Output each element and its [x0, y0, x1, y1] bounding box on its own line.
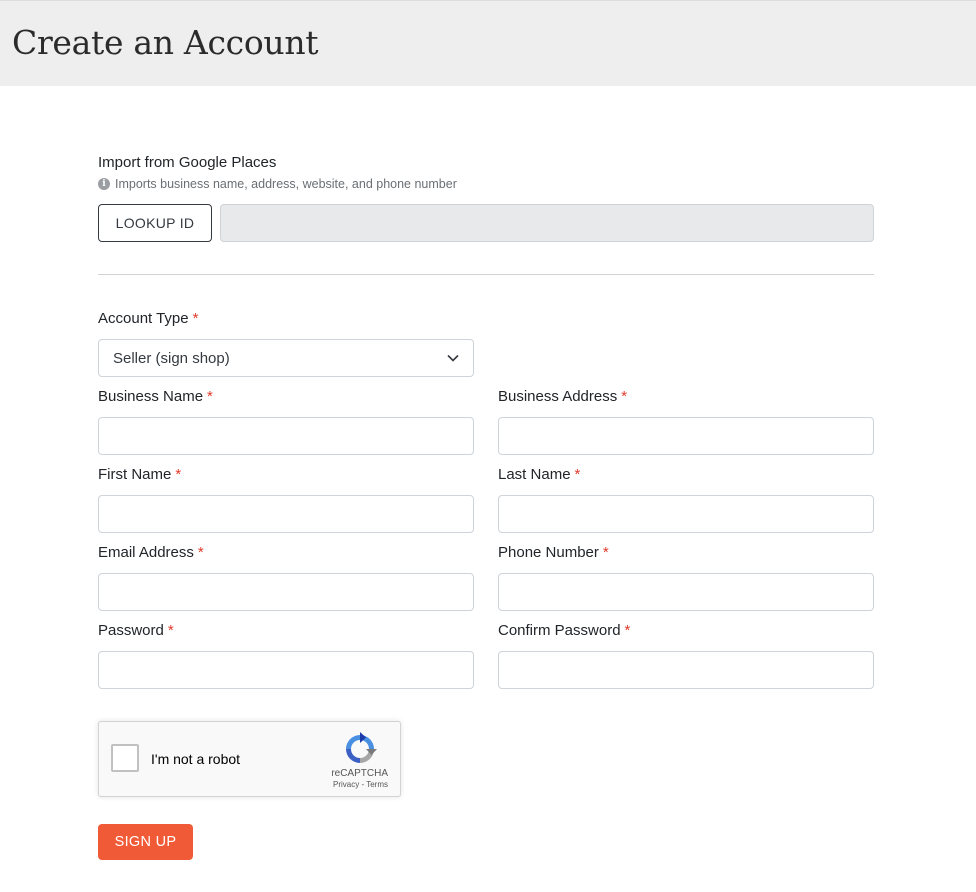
required-marker: *: [574, 466, 581, 483]
business-name-input[interactable]: [98, 417, 474, 455]
recaptcha-widget: I'm not a robot reCAPTCHA Privacy - Term…: [98, 721, 401, 797]
required-marker: *: [175, 466, 182, 483]
page-title: Create an Account: [12, 23, 319, 62]
phone-label: Phone Number *: [498, 544, 609, 561]
page-header: Create an Account: [0, 0, 976, 86]
business-address-label: Business Address *: [498, 388, 628, 405]
lookup-id-field[interactable]: [220, 204, 874, 242]
password-label: Password *: [98, 622, 174, 639]
required-marker: *: [624, 622, 631, 639]
info-icon: i: [98, 178, 110, 190]
recaptcha-logo-icon: [346, 732, 377, 763]
last-name-input[interactable]: [498, 495, 874, 533]
import-hint: i Imports business name, address, websit…: [98, 177, 457, 191]
lookup-id-button[interactable]: LOOKUP ID: [98, 204, 212, 242]
import-hint-text: Imports business name, address, website,…: [115, 177, 457, 191]
required-marker: *: [197, 544, 204, 561]
required-marker: *: [602, 544, 609, 561]
account-type-selected: Seller (sign shop): [113, 349, 230, 367]
password-input[interactable]: [98, 651, 474, 689]
confirm-password-input[interactable]: [498, 651, 874, 689]
import-label: Import from Google Places: [98, 154, 277, 171]
recaptcha-links: Privacy - Terms: [333, 780, 388, 789]
sign-up-button[interactable]: SIGN UP: [98, 824, 193, 860]
required-marker: *: [207, 388, 213, 405]
recaptcha-brand: reCAPTCHA: [331, 768, 388, 779]
required-marker: *: [192, 310, 199, 327]
account-type-select[interactable]: Seller (sign shop): [98, 339, 474, 377]
account-type-label: Account Type *: [98, 310, 199, 327]
email-label: Email Address *: [98, 544, 204, 561]
first-name-label: First Name *: [98, 466, 182, 483]
confirm-password-label: Confirm Password *: [498, 622, 631, 639]
required-marker: *: [621, 388, 628, 405]
business-address-input[interactable]: [498, 417, 874, 455]
business-name-label: Business Name *: [98, 388, 213, 405]
last-name-label: Last Name *: [498, 466, 581, 483]
recaptcha-terms-link[interactable]: Terms: [366, 780, 388, 789]
required-marker: *: [167, 622, 174, 639]
recaptcha-label: I'm not a robot: [151, 751, 241, 767]
first-name-input[interactable]: [98, 495, 474, 533]
email-input[interactable]: [98, 573, 474, 611]
recaptcha-privacy-link[interactable]: Privacy: [333, 780, 359, 789]
phone-input[interactable]: [498, 573, 874, 611]
recaptcha-checkbox[interactable]: [111, 744, 139, 772]
chevron-down-icon: [447, 354, 459, 362]
section-divider: [98, 274, 874, 275]
